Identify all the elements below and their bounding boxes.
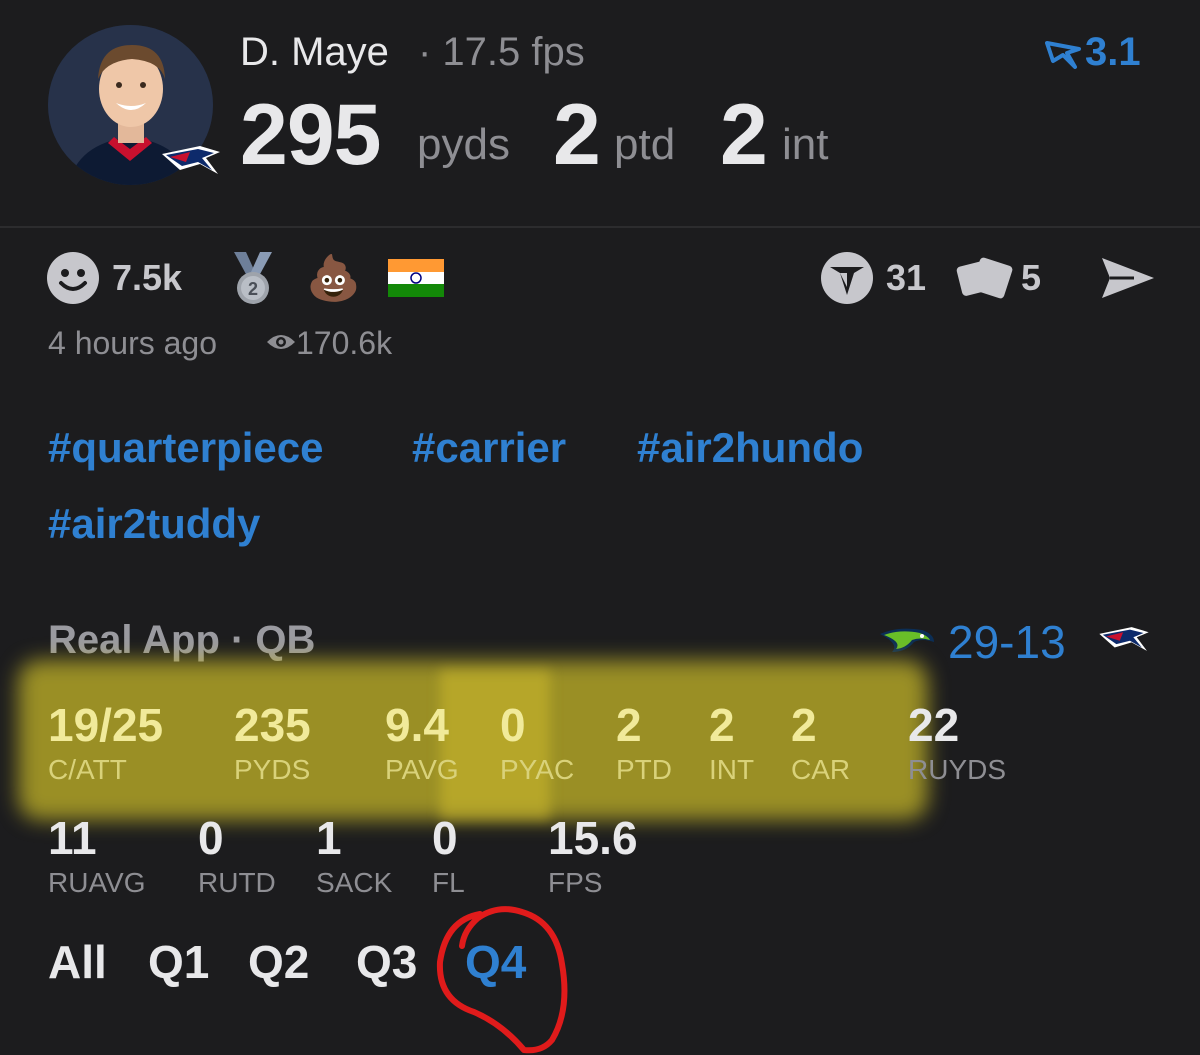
hashtag[interactable]: #carrier bbox=[412, 424, 566, 472]
stat-int: 2 INT bbox=[709, 702, 754, 784]
stat-value: 2 bbox=[709, 699, 735, 751]
hashtag[interactable]: #air2hundo bbox=[637, 424, 863, 472]
tab-q1[interactable]: Q1 bbox=[148, 935, 209, 989]
stat-label: PYAC bbox=[500, 754, 575, 785]
view-count-value: 170.6k bbox=[296, 325, 393, 361]
view-count: 170.6k bbox=[266, 325, 392, 362]
eye-icon bbox=[267, 335, 295, 349]
stat-int-value: 2 bbox=[720, 87, 768, 183]
stat-label: SACK bbox=[316, 867, 393, 898]
stat-car: 2 CAR bbox=[791, 702, 850, 784]
stat-ruavg: 11 RUAVG bbox=[48, 815, 146, 897]
stat-ptd-unit: ptd bbox=[614, 120, 676, 169]
medal-number: 2 bbox=[248, 279, 258, 299]
cards-icon bbox=[956, 257, 1013, 299]
poop-icon: 💩 bbox=[306, 254, 361, 303]
red-circle-annotation bbox=[432, 900, 582, 1055]
rating-value: 3.1 bbox=[1085, 30, 1141, 74]
stat-pyds-unit: pyds bbox=[417, 120, 510, 169]
vote-count: 31 bbox=[886, 257, 927, 298]
stat-value: 11 bbox=[48, 812, 97, 864]
share-button[interactable] bbox=[1100, 250, 1156, 306]
stat-sack: 1 SACK bbox=[316, 815, 392, 897]
stat-ptd: 2 PTD bbox=[616, 702, 672, 784]
vote-button[interactable]: 31 bbox=[820, 250, 926, 306]
smiley-count: 7.5k bbox=[112, 257, 183, 298]
medal-icon: 2 bbox=[234, 252, 272, 304]
stat-label: FPS bbox=[548, 867, 603, 898]
hashtag[interactable]: #air2tuddy bbox=[48, 500, 260, 548]
patriots-logo bbox=[1096, 622, 1152, 661]
stat-value: 235 bbox=[234, 699, 311, 751]
stat-value: 2 bbox=[616, 699, 642, 751]
stat-c-att: 19/25 C/ATT bbox=[48, 702, 163, 784]
tab-q3[interactable]: Q3 bbox=[356, 935, 417, 989]
stat-pyds: 235 PYDS bbox=[234, 702, 311, 784]
tab-q2[interactable]: Q2 bbox=[248, 935, 309, 989]
stat-fl: 0 FL bbox=[432, 815, 465, 897]
cards-button[interactable]: 5 bbox=[955, 250, 1041, 306]
stat-pyds-value: 295 bbox=[240, 87, 381, 183]
post-time: 4 hours ago bbox=[48, 325, 218, 361]
stat-label: RUYDS bbox=[908, 754, 1007, 785]
stat-value: 9.4 bbox=[385, 699, 449, 751]
poop-reaction[interactable]: 💩 bbox=[306, 250, 361, 306]
cards-count: 5 bbox=[1021, 257, 1042, 298]
stat-ptd-value: 2 bbox=[553, 87, 601, 183]
stat-value: 19/25 bbox=[48, 699, 164, 751]
flag-reaction[interactable] bbox=[388, 250, 444, 306]
stat-value: 1 bbox=[316, 812, 342, 864]
stat-label: FL bbox=[432, 867, 465, 898]
patriots-logo bbox=[160, 140, 222, 185]
stat-pavg: 9.4 PAVG bbox=[385, 702, 459, 784]
vote-icon bbox=[821, 252, 873, 304]
stat-value: 22 bbox=[908, 699, 960, 751]
seahawks-logo bbox=[878, 624, 936, 661]
player-name[interactable]: D. Maye bbox=[240, 30, 389, 75]
tab-all[interactable]: All bbox=[48, 935, 107, 989]
stat-label: PTD bbox=[616, 754, 672, 785]
rating-arrow-icon bbox=[1045, 41, 1081, 69]
stat-label: RUAVG bbox=[48, 867, 146, 898]
stat-label: RUTD bbox=[198, 867, 276, 898]
stat-int-unit: int bbox=[782, 120, 829, 169]
share-icon bbox=[1102, 258, 1154, 298]
hashtag[interactable]: #quarterpiece bbox=[48, 424, 323, 472]
stat-label: PAVG bbox=[385, 754, 459, 785]
stat-label: PYDS bbox=[234, 754, 311, 785]
stat-value: 0 bbox=[198, 812, 224, 864]
stat-value: 0 bbox=[432, 812, 458, 864]
smiley-icon bbox=[47, 252, 99, 304]
game-title: Real App · QB bbox=[48, 618, 316, 662]
game-score[interactable]: 29-13 bbox=[948, 615, 1066, 669]
stat-rutd: 0 RUTD bbox=[198, 815, 276, 897]
stat-pyac: 0 PYAC bbox=[500, 702, 574, 784]
rating-badge[interactable]: 3.1 bbox=[1045, 30, 1141, 75]
stat-label: INT bbox=[709, 754, 755, 785]
medal-reaction[interactable]: 2 bbox=[228, 250, 278, 306]
stat-fps: 15.6 FPS bbox=[548, 815, 638, 897]
smiley-reaction[interactable]: 7.5k bbox=[46, 250, 182, 306]
stat-value: 15.6 bbox=[548, 812, 638, 864]
stat-ruyds: 22 RUYDS bbox=[908, 702, 1006, 784]
india-flag-icon bbox=[388, 259, 444, 297]
player-fps: · 17.5 fps bbox=[418, 30, 585, 74]
header-divider bbox=[0, 226, 1200, 228]
stat-label: CAR bbox=[791, 754, 851, 785]
stat-value: 0 bbox=[500, 699, 526, 751]
stat-value: 2 bbox=[791, 699, 817, 751]
stat-label: C/ATT bbox=[48, 754, 127, 785]
